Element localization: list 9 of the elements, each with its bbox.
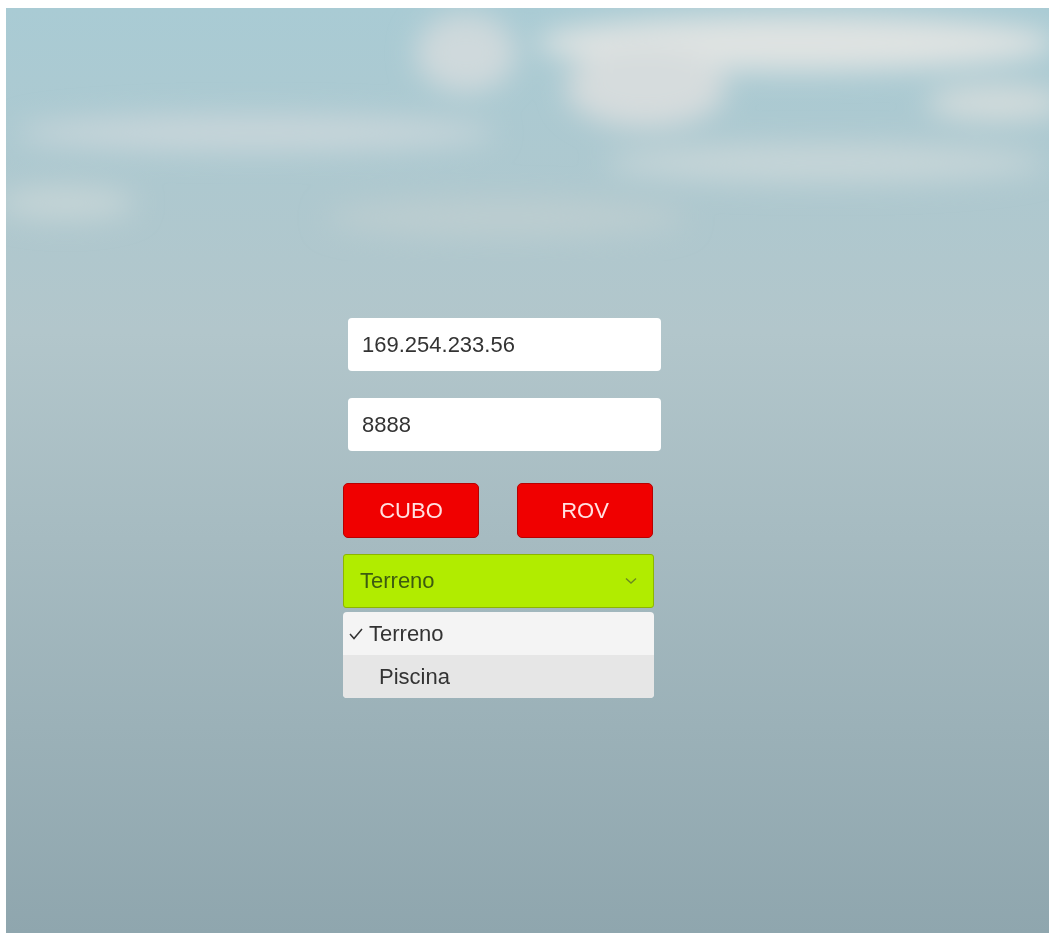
action-button[interactable]: CUBO <box>343 483 479 538</box>
action-button[interactable]: ROV <box>517 483 653 538</box>
dropdown[interactable]: Terreno <box>343 554 654 608</box>
dropdown-option[interactable]: Terreno <box>343 612 654 655</box>
check-icon <box>349 627 363 640</box>
chevron-icon <box>625 577 637 585</box>
input-field[interactable]: 169.254.233.56 <box>348 318 661 371</box>
input-field[interactable]: 8888 <box>348 398 661 451</box>
dropdown-option[interactable]: Piscina <box>343 655 654 698</box>
